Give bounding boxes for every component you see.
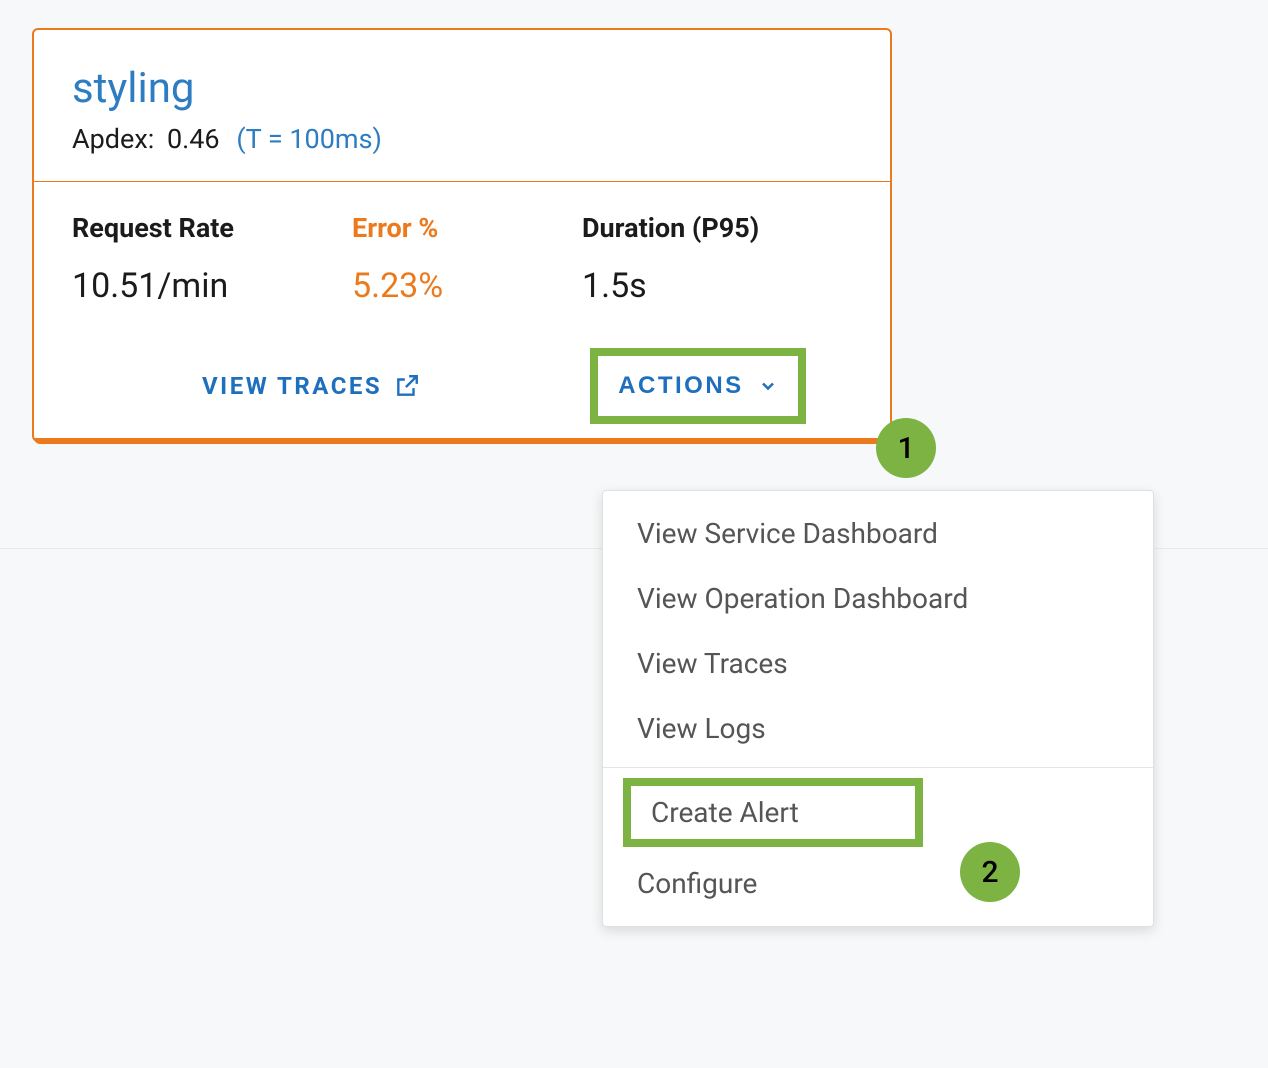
actions-button-wrapper: ACTIONS <box>600 366 796 406</box>
metric-request-rate: Request Rate 10.51/min <box>72 212 352 306</box>
apdex-threshold[interactable]: (T = 100ms) <box>236 123 382 155</box>
service-card: styling Apdex: 0.46 (T = 100ms) Request … <box>32 28 892 442</box>
view-traces-label: VIEW TRACES <box>202 372 382 400</box>
metric-label-error-pct: Error % <box>352 212 582 244</box>
external-link-icon <box>394 373 420 399</box>
actions-row: VIEW TRACES ACTIONS <box>34 316 890 440</box>
dropdown-item-create-alert[interactable]: Create Alert <box>603 774 1153 851</box>
metric-duration-p95: Duration (P95) 1.5s <box>582 212 852 306</box>
metrics-row: Request Rate 10.51/min Error % 5.23% Dur… <box>34 182 890 316</box>
apdex-line: Apdex: 0.46 (T = 100ms) <box>72 123 852 155</box>
card-accent-border <box>34 438 890 444</box>
dropdown-item-configure[interactable]: Configure <box>603 851 1153 916</box>
create-alert-label: Create Alert <box>651 796 799 829</box>
card-header: styling Apdex: 0.46 (T = 100ms) <box>34 30 890 182</box>
actions-button-label: ACTIONS <box>618 372 744 400</box>
metric-error-pct: Error % 5.23% <box>352 212 582 306</box>
metric-label-duration-p95: Duration (P95) <box>582 212 852 244</box>
apdex-value: 0.46 <box>167 123 220 155</box>
actions-dropdown: View Service Dashboard View Operation Da… <box>602 490 1154 927</box>
dropdown-divider <box>603 767 1153 768</box>
metric-value-error-pct: 5.23% <box>352 266 582 306</box>
apdex-label: Apdex: <box>72 123 154 155</box>
service-name[interactable]: styling <box>72 64 852 113</box>
annotation-badge-1: 1 <box>876 418 936 478</box>
metric-value-request-rate: 10.51/min <box>72 266 352 306</box>
chevron-down-icon <box>758 376 778 396</box>
metric-value-duration-p95: 1.5s <box>582 266 852 306</box>
dropdown-item-view-logs[interactable]: View Logs <box>603 696 1153 761</box>
metric-label-request-rate: Request Rate <box>72 212 352 244</box>
view-traces-link[interactable]: VIEW TRACES <box>202 372 420 400</box>
dropdown-item-view-service-dashboard[interactable]: View Service Dashboard <box>603 501 1153 566</box>
actions-button[interactable]: ACTIONS <box>600 366 796 406</box>
dropdown-item-view-traces[interactable]: View Traces <box>603 631 1153 696</box>
annotation-badge-2: 2 <box>960 842 1020 902</box>
dropdown-item-view-operation-dashboard[interactable]: View Operation Dashboard <box>603 566 1153 631</box>
